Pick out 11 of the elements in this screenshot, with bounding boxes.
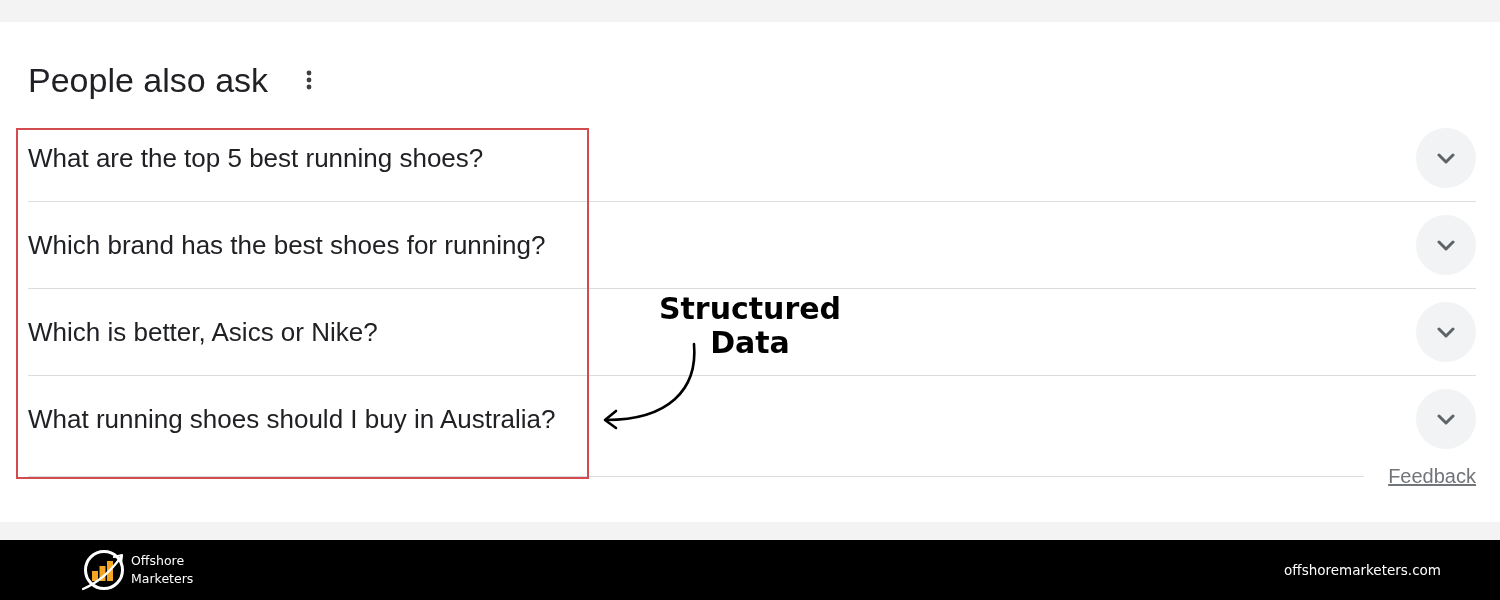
question-text[interactable]: What running shoes should I buy in Australia? [28, 399, 556, 439]
website-url: offshoremarketers.com [1284, 560, 1441, 580]
section-title: People also ask [28, 60, 269, 100]
annotation-label: Structured Data [657, 292, 843, 360]
brand-name: Offshore Marketers [131, 552, 195, 588]
question-text[interactable]: Which brand has the best shoes for running? [28, 225, 546, 265]
question-text[interactable]: What are the top 5 best running shoes? [28, 138, 484, 178]
feedback-link[interactable]: Feedback [1388, 461, 1476, 491]
question-text[interactable]: Which is better, Asics or Nike? [28, 312, 378, 352]
bar-chart-logo-icon [81, 549, 127, 591]
more-options-icon[interactable] [306, 70, 313, 90]
